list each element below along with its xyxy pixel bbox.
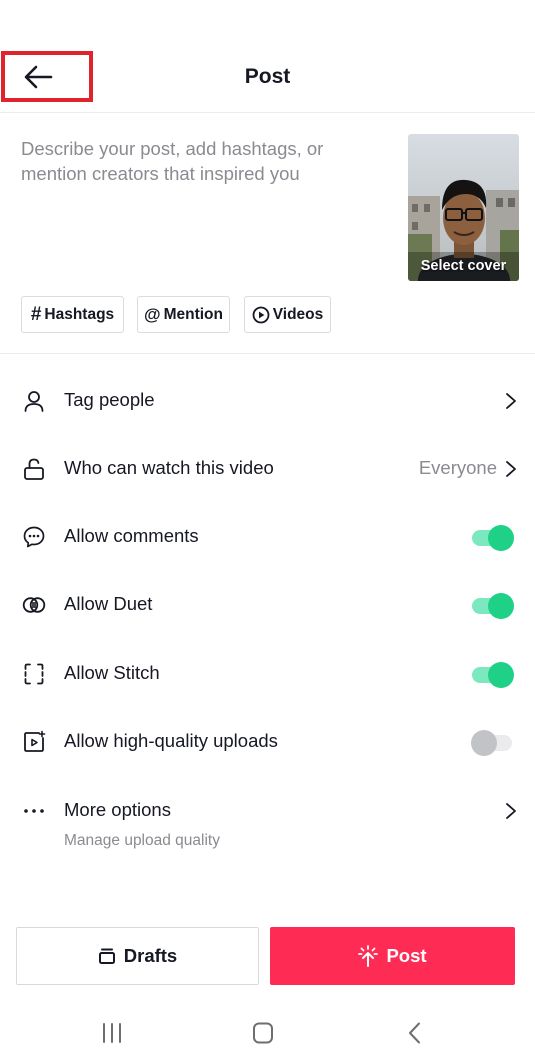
lock-open-icon: [24, 458, 44, 480]
allow-duet-label: Allow Duet: [64, 593, 153, 614]
toggle-knob: [471, 730, 497, 756]
allow-hq-uploads-toggle[interactable]: [471, 730, 514, 756]
who-can-watch-label: Who can watch this video: [64, 457, 274, 478]
allow-hq-uploads-row: Allow high-quality uploads: [0, 712, 535, 772]
stitch-icon: [24, 663, 44, 685]
mention-chip[interactable]: @ Mention: [137, 296, 230, 333]
home-icon[interactable]: [250, 1022, 276, 1044]
comment-icon: [23, 526, 45, 548]
allow-comments-toggle[interactable]: [472, 525, 514, 551]
system-nav-bar: [0, 1005, 535, 1055]
allow-stitch-row: Allow Stitch: [0, 644, 535, 704]
privacy-value: Everyone: [418, 457, 497, 478]
at-icon: @: [144, 304, 161, 324]
post-button-label: Post: [386, 945, 427, 966]
person-icon: [24, 391, 44, 412]
play-circle-icon: [252, 306, 270, 323]
hashtags-chip-label: Hashtags: [44, 305, 115, 323]
header-bar: Post: [0, 45, 535, 113]
allow-stitch-toggle[interactable]: [472, 662, 514, 688]
cover-thumbnail[interactable]: Select cover: [408, 134, 519, 281]
recent-apps-icon[interactable]: [99, 1022, 125, 1044]
tag-people-row[interactable]: Tag people: [0, 371, 535, 431]
allow-hq-uploads-label: Allow high-quality uploads: [64, 730, 278, 751]
toggle-knob: [488, 662, 514, 688]
hq-upload-icon: [24, 730, 46, 752]
allow-comments-row: Allow comments: [0, 507, 535, 567]
more-options-label: More options: [64, 799, 171, 820]
more-options-sublabel: Manage upload quality: [64, 832, 220, 849]
videos-chip[interactable]: Videos: [244, 296, 331, 333]
system-back-icon[interactable]: [402, 1022, 428, 1044]
post-button[interactable]: Post: [270, 927, 515, 985]
select-cover-label: Select cover: [420, 258, 507, 274]
drafts-button-label: Drafts: [123, 945, 178, 966]
chevron-right-icon: [506, 393, 516, 409]
who-can-watch-row[interactable]: Who can watch this video Everyone: [0, 439, 535, 499]
drafts-icon: [98, 948, 115, 964]
hashtags-chip[interactable]: # Hashtags: [21, 296, 124, 333]
section-divider: [0, 353, 535, 354]
allow-comments-label: Allow comments: [64, 525, 199, 546]
caption-input[interactable]: Describe your post, add hashtags, or men…: [21, 136, 381, 186]
hashtag-icon: #: [30, 303, 42, 325]
chevron-right-icon: [506, 803, 516, 819]
allow-stitch-label: Allow Stitch: [64, 662, 160, 683]
toggle-knob: [488, 525, 514, 551]
tag-people-label: Tag people: [64, 389, 155, 410]
duet-icon: [22, 597, 46, 613]
page-title: Post: [244, 65, 291, 88]
allow-duet-toggle[interactable]: [472, 593, 514, 619]
chevron-right-icon: [506, 461, 516, 477]
videos-chip-label: Videos: [272, 305, 324, 323]
more-dots-icon: [24, 809, 44, 813]
allow-duet-row: Allow Duet: [0, 575, 535, 635]
post-upload-icon: [358, 945, 379, 967]
drafts-button[interactable]: Drafts: [16, 927, 259, 985]
mention-chip-label: Mention: [163, 305, 223, 323]
more-options-row[interactable]: More options Manage upload quality: [0, 781, 535, 861]
toggle-knob: [488, 593, 514, 619]
